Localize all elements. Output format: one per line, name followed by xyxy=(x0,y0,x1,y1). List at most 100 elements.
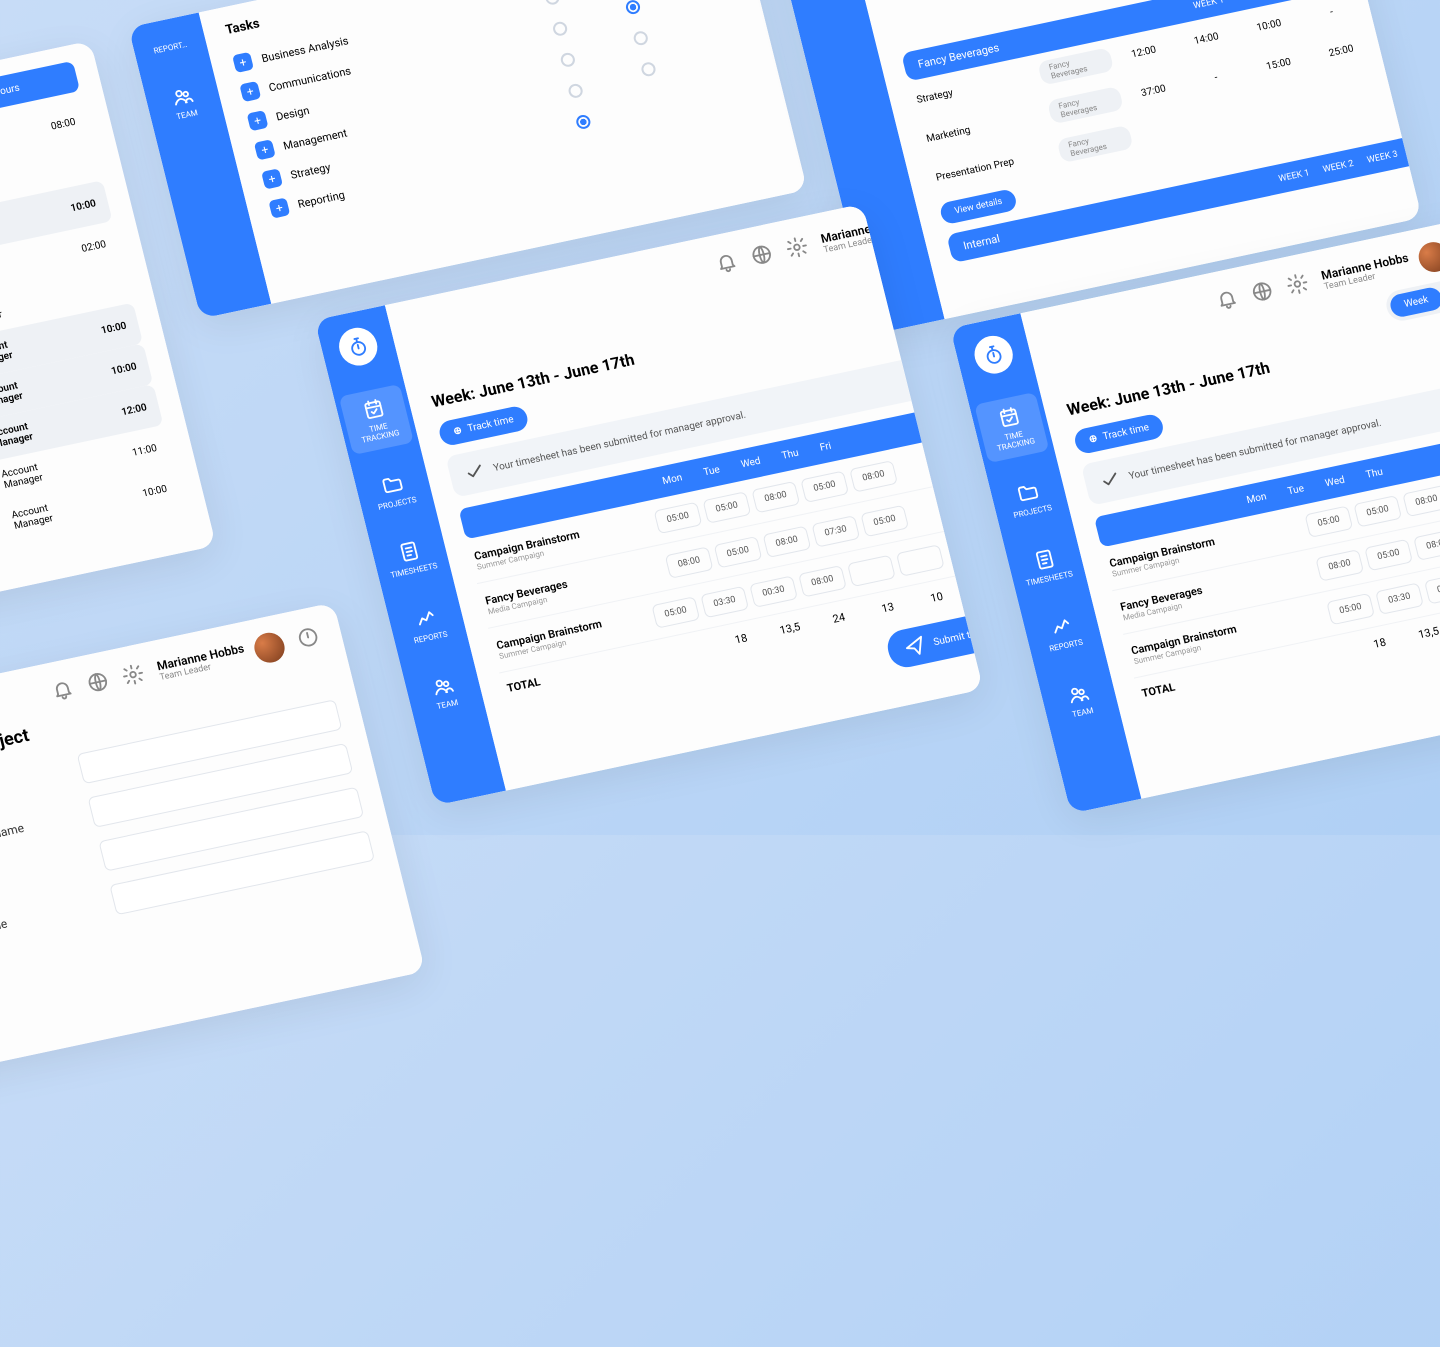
track-time-button[interactable]: ⊕ Track time xyxy=(1072,412,1165,455)
day-total: 13,5 xyxy=(767,617,813,639)
sidebar-item-time-tracking[interactable]: TIME TRACKING xyxy=(974,391,1049,462)
hours-cell[interactable]: 00:30 xyxy=(1424,572,1440,604)
hours-cell[interactable]: 03:30 xyxy=(700,585,749,617)
hours-cell[interactable] xyxy=(896,543,945,575)
add-task-button[interactable]: + xyxy=(232,51,254,72)
app-logo[interactable] xyxy=(970,332,1016,377)
column-header: Hours xyxy=(0,72,66,98)
hours-cell[interactable]: 08:00 xyxy=(1413,528,1440,560)
timesheets-icon xyxy=(1031,546,1058,572)
radio-button[interactable] xyxy=(544,0,561,5)
notifications-button[interactable] xyxy=(50,676,78,706)
logout-button[interactable] xyxy=(295,624,323,654)
day-total: 10 xyxy=(914,586,960,608)
task-name: Design xyxy=(275,103,311,123)
avatar xyxy=(251,630,288,665)
add-task-button[interactable]: + xyxy=(268,197,290,218)
sidebar-item-time-tracking[interactable]: TIME TRACKING xyxy=(339,383,414,454)
client-chip: Fancy Beverages xyxy=(1037,47,1114,85)
settings-button[interactable] xyxy=(120,661,148,691)
hours-cell[interactable]: 05:00 xyxy=(860,504,909,536)
sidebar-item-label: TEAM xyxy=(1071,705,1094,718)
hours-cell[interactable]: 08:00 xyxy=(849,459,898,491)
toggle-week[interactable]: Week xyxy=(1388,285,1440,318)
sidebar-item-team[interactable]: TEAM xyxy=(147,70,220,132)
day-header: Wed xyxy=(740,455,762,470)
new-project-card: TIME TRACKING PROJECTS Marianne Hobbs Te… xyxy=(0,602,425,1079)
team-icon xyxy=(169,82,196,108)
check-icon xyxy=(1097,467,1124,493)
track-time-button[interactable]: ⊕ Track time xyxy=(437,404,530,447)
add-task-button[interactable]: + xyxy=(261,168,283,189)
timesheet-card-center: TIME TRACKING PROJECTS TIMESHEETS REPORT… xyxy=(315,203,984,805)
bell-icon xyxy=(50,676,77,702)
send-icon xyxy=(902,633,929,659)
hours-cell[interactable]: 08:00 xyxy=(1402,484,1440,516)
hours-cell[interactable]: 03:30 xyxy=(1375,582,1424,614)
plus-icon: ⊕ xyxy=(1088,433,1099,445)
field-label: Client xyxy=(0,766,63,805)
row-total: 38,5 xyxy=(939,493,983,513)
sidebar-item-label: PROJECTS xyxy=(1013,503,1053,520)
radio-button[interactable] xyxy=(625,0,642,15)
hours-cell[interactable]: 08:00 xyxy=(1315,549,1364,581)
hours-cell[interactable]: 05:00 xyxy=(702,490,751,522)
sidebar-item-timesheets[interactable]: TIMESHEETS xyxy=(374,526,447,588)
reports-icon xyxy=(1048,613,1075,639)
add-task-button[interactable]: + xyxy=(247,110,269,131)
notifications-button[interactable] xyxy=(1214,285,1242,315)
language-button[interactable] xyxy=(749,241,777,271)
language-button[interactable] xyxy=(85,669,113,699)
hours-cell[interactable]: 05:00 xyxy=(800,470,849,502)
hours-cell[interactable]: 08:00 xyxy=(798,564,847,596)
power-icon xyxy=(295,624,322,650)
hours-cell[interactable]: 00:30 xyxy=(749,574,798,606)
add-task-button[interactable]: + xyxy=(239,80,261,101)
language-button[interactable] xyxy=(1249,278,1277,308)
hours-cell[interactable] xyxy=(847,554,896,586)
sidebar-item-timesheets[interactable]: TIMESHEETS xyxy=(1010,534,1083,596)
notifications-button[interactable] xyxy=(713,249,741,279)
gear-icon xyxy=(1284,270,1311,296)
hours-cell[interactable]: 05:00 xyxy=(1364,538,1413,570)
sidebar-item-team[interactable]: TEAM xyxy=(408,660,481,722)
hours-cell[interactable]: 05:00 xyxy=(651,595,700,627)
plus-icon: ⊕ xyxy=(452,425,463,437)
settings-button[interactable] xyxy=(1284,270,1312,300)
app-logo[interactable] xyxy=(335,324,381,369)
hours-cell[interactable]: 08:00 xyxy=(665,545,714,577)
globe-icon xyxy=(1249,278,1276,304)
sidebar-item-reports[interactable]: REPORTS xyxy=(1027,601,1100,663)
client-chip: Fancy Beverages xyxy=(1047,85,1124,123)
task-name: Reporting xyxy=(296,187,346,210)
day-header: Fri xyxy=(819,440,833,453)
hours-cell[interactable]: 07:30 xyxy=(811,514,860,546)
sidebar-item-team[interactable]: TEAM xyxy=(1043,668,1116,730)
sidebar-item-reports[interactable]: REPORT… xyxy=(137,29,204,66)
hours-cell[interactable]: 05:00 xyxy=(1304,505,1353,537)
field-label: Code xyxy=(0,853,84,892)
hours-cell[interactable]: 05:00 xyxy=(713,535,762,567)
sidebar-item-label: TEAM xyxy=(436,697,459,710)
hours-cell[interactable]: 08:00 xyxy=(762,525,811,557)
day-header: Mon xyxy=(1246,491,1268,506)
day-header: Thu xyxy=(1365,466,1384,480)
field-label: Project name xyxy=(0,810,73,849)
sidebar-item-projects[interactable]: PROJECTS xyxy=(993,467,1066,529)
day-total: 18 xyxy=(1357,632,1403,654)
gear-icon xyxy=(784,234,811,260)
hours-cell[interactable]: 08:00 xyxy=(751,480,800,512)
sidebar-item-projects[interactable]: PROJECTS xyxy=(358,459,431,521)
row-total: 31 xyxy=(950,538,983,558)
sidebar-item-label: TIME TRACKING xyxy=(351,417,408,446)
add-task-button[interactable]: + xyxy=(254,139,276,160)
sidebar-item-reports[interactable]: REPORTS xyxy=(391,593,464,655)
day-header: Wed xyxy=(1324,474,1346,489)
stopwatch-icon xyxy=(345,333,372,359)
hours-cell[interactable]: 05:00 xyxy=(653,501,702,533)
projects-icon xyxy=(1015,479,1042,505)
settings-button[interactable] xyxy=(784,234,812,264)
hours-cell[interactable]: 05:00 xyxy=(1353,495,1402,527)
row-total: 31 xyxy=(928,449,976,469)
hours-cell[interactable]: 05:00 xyxy=(1326,592,1375,624)
